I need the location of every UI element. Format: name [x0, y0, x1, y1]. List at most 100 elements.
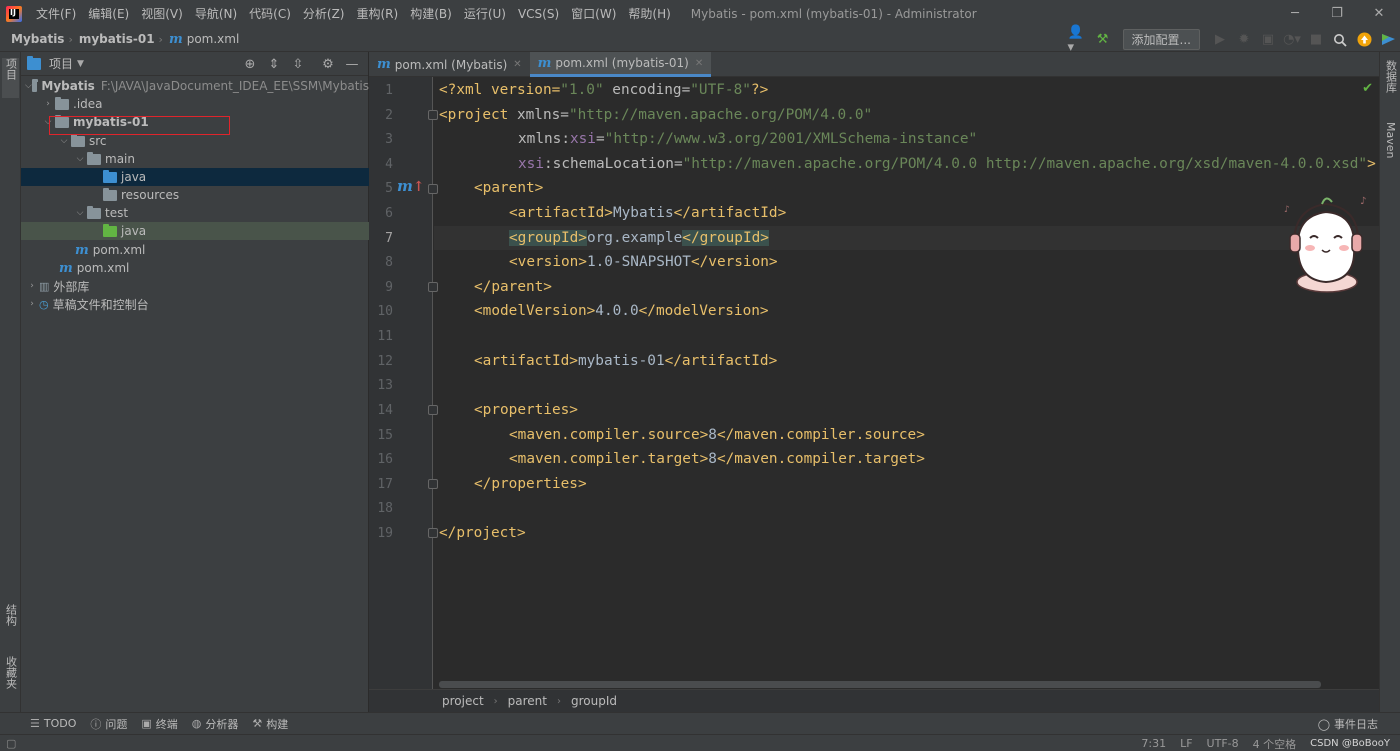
update-icon[interactable]: [1353, 30, 1375, 50]
tree-item-test-java[interactable]: java: [21, 222, 369, 240]
close-window-button[interactable]: ✕: [1358, 0, 1400, 27]
fold-marker-icon[interactable]: [428, 282, 438, 292]
editor-gutter: 1 2 3 4 5 6 7 8 9 10 11 12 13 14 15 16 1…: [369, 77, 433, 689]
editor-crumb-parent[interactable]: parent: [508, 694, 547, 708]
menu-code[interactable]: 代码(C): [243, 5, 297, 22]
menu-edit[interactable]: 编辑(E): [82, 5, 135, 22]
tree-item-main-java[interactable]: java: [21, 168, 369, 186]
collapse-all-icon[interactable]: ⇳: [286, 54, 310, 74]
fold-marker-icon[interactable]: [428, 479, 438, 489]
folder-icon: [87, 205, 101, 219]
code-editor[interactable]: 1 2 3 4 5 6 7 8 9 10 11 12 13 14 15 16 1…: [369, 77, 1379, 689]
profiler-tool-button[interactable]: ◍ 分析器: [192, 716, 239, 732]
menu-analyze[interactable]: 分析(Z): [297, 5, 351, 22]
menu-refactor[interactable]: 重构(R): [351, 5, 405, 22]
no-problems-check-icon[interactable]: ✔: [1362, 81, 1373, 96]
horizontal-scrollbar[interactable]: [439, 681, 1321, 688]
terminal-tool-button[interactable]: ▣ 终端: [141, 716, 177, 732]
code-line-19: </project>: [439, 522, 526, 544]
chevron-down-icon[interactable]: ⌵: [57, 136, 71, 146]
run-icon[interactable]: ▶: [1209, 30, 1231, 50]
editor-crumb-groupid[interactable]: groupId: [571, 694, 617, 708]
database-tool-tab[interactable]: 数据库: [1382, 60, 1399, 110]
locate-icon[interactable]: ⊕: [238, 54, 262, 74]
line-separator[interactable]: LF: [1180, 737, 1192, 750]
chevron-right-icon[interactable]: ›: [25, 281, 39, 291]
tree-item-idea[interactable]: › .idea: [21, 95, 369, 113]
tree-item-mybatis[interactable]: ⌵ Mybatis F:\JAVA\JavaDocument_IDEA_EE\S…: [21, 77, 369, 95]
profile-icon[interactable]: ◔▾: [1281, 30, 1303, 50]
string-token: "http://maven.apache.org/POM/4.0.0": [568, 107, 873, 123]
tree-item-resources[interactable]: resources: [21, 186, 369, 204]
maximize-button[interactable]: ❐: [1316, 0, 1358, 27]
build-tool-button[interactable]: ⚒ 构建: [252, 716, 288, 732]
tree-item-module-pom[interactable]: m pom.xml: [21, 241, 369, 259]
chevron-down-icon[interactable]: ⌵: [73, 154, 87, 164]
caret-position[interactable]: 7:31: [1141, 737, 1166, 750]
project-tool-tab[interactable]: 项目: [2, 58, 19, 98]
build-hammer-icon[interactable]: ⚒: [1092, 30, 1114, 50]
text-token: 8: [708, 451, 717, 467]
menu-vcs[interactable]: VCS(S): [512, 7, 565, 21]
gear-icon[interactable]: ⚙: [316, 54, 340, 74]
user-icon[interactable]: 👤▾: [1068, 25, 1090, 55]
add-configuration-button[interactable]: 添加配置...: [1122, 29, 1200, 50]
expand-all-icon[interactable]: ⇕: [262, 54, 286, 74]
indent-setting[interactable]: 4 个空格: [1253, 736, 1297, 751]
event-log-button[interactable]: ◯ 事件日志: [1318, 716, 1378, 732]
tree-item-external-libraries[interactable]: › ▥ 外部库: [21, 277, 369, 295]
maven-tool-tab[interactable]: Maven: [1382, 122, 1399, 172]
fold-marker-icon[interactable]: [428, 528, 438, 538]
chevron-down-icon[interactable]: ⌵: [25, 81, 32, 91]
project-panel-title[interactable]: 项目: [49, 55, 73, 72]
library-icon: ▥: [39, 279, 50, 293]
tool-label: 问题: [105, 717, 128, 731]
tab-pom-mybatis[interactable]: m pom.xml (Mybatis) ✕: [369, 52, 530, 77]
breadcrumb-root[interactable]: Mybatis: [0, 32, 64, 46]
chevron-right-icon[interactable]: ›: [25, 299, 39, 309]
tab-pom-mybatis-01[interactable]: m pom.xml (mybatis-01) ✕: [529, 52, 712, 77]
menu-view[interactable]: 视图(V): [135, 5, 189, 22]
fold-marker-icon[interactable]: [428, 110, 438, 120]
favorites-tool-tab[interactable]: 收藏夹: [2, 656, 19, 706]
plugin-icon[interactable]: [1377, 30, 1399, 50]
breadcrumb-file[interactable]: m pom.xml: [165, 32, 239, 47]
debug-icon[interactable]: ✹: [1233, 30, 1255, 50]
window-layout-icon[interactable]: ▢: [6, 737, 16, 750]
fold-marker-icon[interactable]: [428, 184, 438, 194]
structure-tool-tab[interactable]: 结构: [2, 604, 19, 644]
menu-navigate[interactable]: 导航(N): [189, 5, 243, 22]
tag-token: <maven.compiler.target>: [509, 451, 709, 467]
maven-parent-gutter-icon[interactable]: m↑: [397, 177, 425, 195]
search-icon[interactable]: [1329, 30, 1351, 50]
problems-tool-button[interactable]: ⓘ 问题: [90, 716, 127, 732]
tag-token: <parent>: [474, 180, 544, 196]
hide-panel-icon[interactable]: —: [340, 54, 364, 74]
breadcrumb-module[interactable]: mybatis-01: [75, 32, 155, 46]
fold-marker-icon[interactable]: [428, 405, 438, 415]
chevron-right-icon[interactable]: ›: [41, 99, 55, 109]
tree-item-root-pom[interactable]: m pom.xml: [21, 259, 369, 277]
menu-file[interactable]: 文件(F): [30, 5, 82, 22]
file-encoding[interactable]: UTF-8: [1207, 737, 1239, 750]
chevron-down-icon[interactable]: ▼: [77, 59, 84, 69]
tree-item-scratches[interactable]: › ◷ 草稿文件和控制台: [21, 295, 369, 313]
maven-file-icon: m: [59, 260, 73, 276]
tag-token: <properties>: [474, 402, 578, 418]
minimize-button[interactable]: ─: [1274, 0, 1316, 27]
navigation-bar: Mybatis › mybatis-01 › m pom.xml 👤▾ ⚒ 添加…: [0, 25, 1400, 55]
stop-icon[interactable]: ■: [1305, 30, 1327, 50]
coverage-icon[interactable]: ▣: [1257, 30, 1279, 50]
todo-tool-button[interactable]: ☰ TODO: [30, 717, 76, 730]
menu-run[interactable]: 运行(U): [458, 5, 512, 22]
chevron-down-icon[interactable]: ⌵: [73, 208, 87, 218]
close-icon[interactable]: ✕: [695, 58, 703, 69]
tree-item-main[interactable]: ⌵ main: [21, 150, 369, 168]
tree-item-label: 草稿文件和控制台: [52, 297, 149, 312]
tree-item-test[interactable]: ⌵ test: [21, 204, 369, 222]
menu-window[interactable]: 窗口(W): [565, 5, 622, 22]
close-icon[interactable]: ✕: [513, 59, 521, 70]
menu-build[interactable]: 构建(B): [404, 5, 458, 22]
editor-crumb-project[interactable]: project: [442, 694, 484, 708]
menu-help[interactable]: 帮助(H): [622, 5, 676, 22]
